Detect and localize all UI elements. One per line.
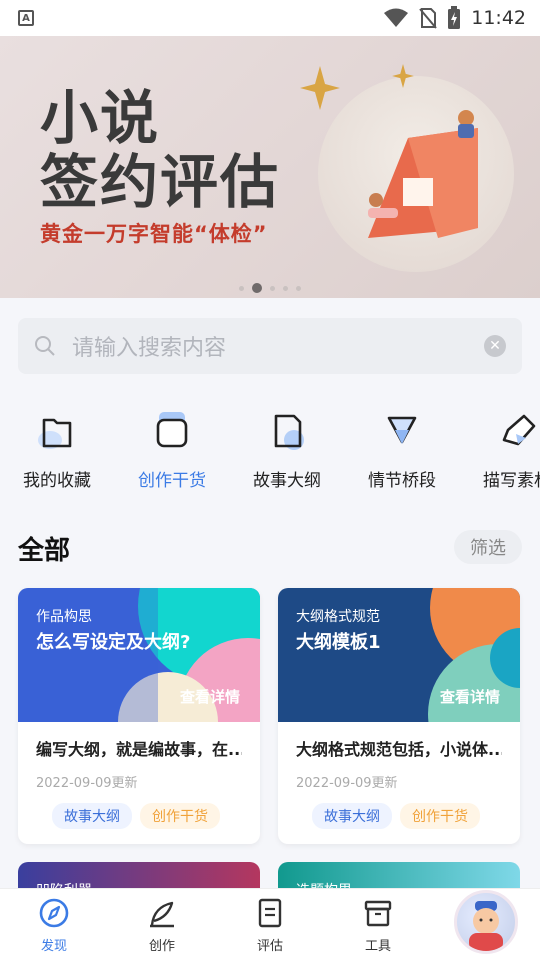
pager-dot-active[interactable] — [252, 283, 262, 293]
tag-writing-tips[interactable]: 创作干货 — [140, 803, 220, 829]
article-card[interactable]: 大纲格式规范 大纲模板1 查看详情 大纲格式规范包括，小说体... 2022-0… — [278, 588, 520, 844]
view-details-link[interactable]: 查看详情 — [440, 686, 500, 707]
category-plot-bridges[interactable]: 情节桥段 — [347, 400, 457, 491]
no-sim-icon — [419, 8, 437, 29]
compass-icon — [39, 898, 69, 928]
category-favorites[interactable]: 我的收藏 — [2, 400, 112, 491]
category-description-material[interactable]: 描写素材 — [462, 400, 540, 491]
window-icon — [156, 412, 188, 448]
folder-icon — [38, 418, 72, 449]
search-input[interactable]: 请输入搜索内容 — [72, 330, 484, 362]
card-cover: 大纲格式规范 大纲模板1 查看详情 — [278, 588, 520, 722]
book-illustration — [368, 110, 478, 238]
pager-dot[interactable] — [239, 285, 244, 291]
pager-dot[interactable] — [296, 285, 301, 291]
triangle-icon — [387, 416, 417, 444]
pager-dot[interactable] — [270, 285, 275, 291]
category-writing-tips[interactable]: 创作干货 — [117, 400, 227, 491]
card-cover: 作品构思 怎么写设定及大纲? 查看详情 — [18, 588, 260, 722]
search-icon — [35, 336, 55, 356]
nav-discover[interactable]: 发现 — [24, 897, 84, 954]
pager-dot[interactable] — [283, 285, 288, 291]
card-kicker: 大纲格式规范 — [296, 609, 380, 625]
nav-tools[interactable]: 工具 — [348, 897, 408, 954]
feather-icon — [150, 901, 174, 928]
document-icon — [258, 898, 282, 928]
card-date: 2022-09-09更新 — [36, 776, 138, 791]
clock: 11:42 — [471, 7, 526, 29]
search-bar[interactable]: 请输入搜索内容 ✕ — [18, 318, 522, 374]
clear-icon[interactable]: ✕ — [484, 335, 506, 357]
filter-button[interactable]: 筛选 — [454, 530, 522, 564]
article-card[interactable]: 作品构思 怎么写设定及大纲? 查看详情 编写大纲，就是编故事，在... 2022… — [18, 588, 260, 844]
promo-banner[interactable]: 小说 签约评估 黄金一万字智能“体检” — [0, 36, 540, 298]
banner-subtitle: 黄金一万字智能“体检” — [40, 222, 268, 246]
status-bar: A 11:42 — [0, 0, 540, 36]
accessibility-icon: A — [18, 10, 34, 26]
card-headline: 怎么写设定及大纲? — [36, 632, 191, 653]
card-headline: 大纲模板1 — [296, 632, 381, 653]
tag-writing-tips[interactable]: 创作干货 — [400, 803, 480, 829]
wifi-icon — [384, 8, 409, 27]
card-description: 编写大纲，就是编故事，在... — [36, 740, 242, 759]
banner-pager[interactable] — [0, 283, 540, 293]
tag-story-outline[interactable]: 故事大纲 — [312, 803, 392, 829]
section-title: 全部 — [18, 536, 71, 566]
mascot-icon — [469, 901, 503, 951]
card-description: 大纲格式规范包括，小说体... — [296, 740, 502, 759]
avatar[interactable] — [454, 890, 518, 954]
battery-charging-icon — [448, 6, 461, 29]
tag-icon — [502, 414, 536, 446]
card-kicker: 作品构思 — [36, 609, 92, 625]
category-story-outline[interactable]: 故事大纲 — [232, 400, 342, 491]
view-details-link[interactable]: 查看详情 — [180, 686, 240, 707]
toolbox-icon — [364, 900, 392, 927]
nav-create[interactable]: 创作 — [132, 897, 192, 954]
note-icon — [274, 414, 304, 450]
nav-evaluate[interactable]: 评估 — [240, 897, 300, 954]
star-icon — [392, 64, 414, 88]
card-date: 2022-09-09更新 — [296, 776, 398, 791]
tag-story-outline[interactable]: 故事大纲 — [52, 803, 132, 829]
category-row: 我的收藏 创作干货 故事大纲 情节桥段 描写素材 — [0, 400, 540, 500]
star-icon — [300, 66, 340, 110]
banner-title: 小说 签约评估 — [40, 84, 281, 216]
